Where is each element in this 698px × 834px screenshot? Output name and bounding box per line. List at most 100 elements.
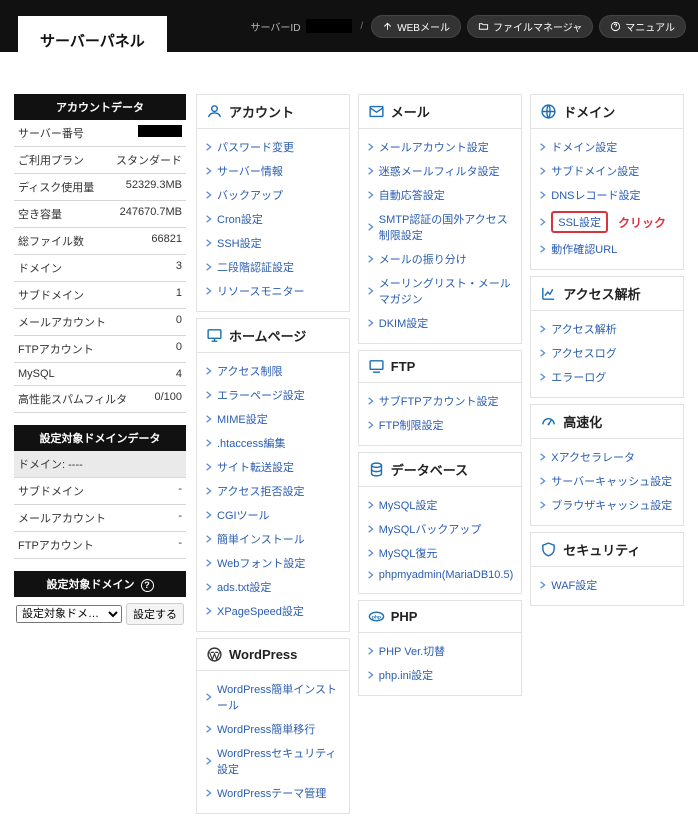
user-icon: [206, 103, 223, 120]
menu-item[interactable]: Xアクセラレータ: [537, 445, 677, 469]
manual-label: マニュアル: [625, 19, 675, 34]
menu-item[interactable]: サーバーキャッシュ設定: [537, 469, 677, 493]
menu-item[interactable]: CGIツール: [203, 503, 343, 527]
target-row: サブドメイン-: [14, 478, 186, 505]
menu-item[interactable]: WAF設定: [537, 573, 677, 597]
menu-item[interactable]: MySQL設定: [365, 493, 516, 517]
menu-item[interactable]: バックアップ: [203, 183, 343, 207]
category-title: アクセス解析: [563, 284, 640, 303]
menu-item[interactable]: Webフォント設定: [203, 551, 343, 575]
chevron-right-icon: [205, 607, 213, 615]
menu-item-label: SSL設定: [551, 211, 608, 233]
webmail-button[interactable]: WEBメール: [371, 15, 461, 38]
target-domain-select[interactable]: 設定対象ドメイン: [16, 605, 122, 623]
menu-item-label: phpmyadmin(MariaDB10.5): [379, 569, 514, 581]
menu-item[interactable]: DNSレコード設定: [537, 183, 677, 207]
menu-item[interactable]: サーバー情報: [203, 159, 343, 183]
menu-item[interactable]: アクセス制限: [203, 359, 343, 383]
chevron-right-icon: [367, 143, 375, 151]
category-head[interactable]: アカウント: [197, 95, 349, 129]
target-row-value: -: [178, 510, 182, 526]
menu-item[interactable]: アクセス拒否設定: [203, 479, 343, 503]
chevron-right-icon: [205, 239, 213, 247]
menu-item[interactable]: サブFTPアカウント設定: [365, 389, 516, 413]
menu-item[interactable]: PHP Ver.切替: [365, 639, 516, 663]
account-row: ドメイン3: [14, 255, 186, 282]
menu-item[interactable]: php.ini設定: [365, 663, 516, 687]
account-row-label: 空き容量: [18, 206, 62, 222]
menu-item-label: MIME設定: [217, 411, 268, 427]
menu-item[interactable]: WordPressセキュリティ設定: [203, 741, 343, 781]
account-row-value: 52329.3MB: [126, 179, 182, 195]
category-head[interactable]: FTP: [359, 351, 522, 383]
filemanager-button[interactable]: ファイルマネージャ: [467, 15, 593, 38]
menu-item[interactable]: SSL設定クリック: [537, 207, 677, 237]
chevron-right-icon: [367, 287, 375, 295]
category-head[interactable]: データベース: [359, 453, 522, 487]
globe-icon: [540, 103, 557, 120]
menu-item-label: WordPress簡単インストール: [217, 681, 341, 713]
category-head[interactable]: WordPress: [197, 639, 349, 671]
chevron-right-icon: [367, 671, 375, 679]
chevron-right-icon: [367, 319, 375, 327]
menu-item[interactable]: ads.txt設定: [203, 575, 343, 599]
menu-item[interactable]: MIME設定: [203, 407, 343, 431]
menu-item[interactable]: MySQLバックアップ: [365, 517, 516, 541]
category-head[interactable]: ドメイン: [531, 95, 683, 129]
category-head[interactable]: ホームページ: [197, 319, 349, 353]
menu-item[interactable]: 簡単インストール: [203, 527, 343, 551]
menu-item[interactable]: FTP制限設定: [365, 413, 516, 437]
menu-item[interactable]: WordPress簡単移行: [203, 717, 343, 741]
category-head[interactable]: PHP: [359, 601, 522, 633]
category-head[interactable]: メール: [359, 95, 522, 129]
menu-item[interactable]: メールアカウント設定: [365, 135, 516, 159]
menu-item[interactable]: Cron設定: [203, 207, 343, 231]
menu-item-label: 自動応答設定: [379, 187, 445, 203]
menu-item[interactable]: DKIM設定: [365, 311, 516, 335]
menu-item[interactable]: サブドメイン設定: [537, 159, 677, 183]
menu-item[interactable]: XPageSpeed設定: [203, 599, 343, 623]
category-head[interactable]: アクセス解析: [531, 277, 683, 311]
menu-item[interactable]: エラーページ設定: [203, 383, 343, 407]
menu-item-label: アクセス拒否設定: [217, 483, 304, 499]
set-domain-button[interactable]: 設定する: [126, 603, 184, 625]
account-row-value: 0: [176, 314, 182, 330]
menu-item[interactable]: パスワード変更: [203, 135, 343, 159]
category-body: PHP Ver.切替php.ini設定: [359, 633, 522, 695]
menu-item[interactable]: SMTP認証の国外アクセス制限設定: [365, 207, 516, 247]
menu-item[interactable]: アクセス解析: [537, 317, 677, 341]
menu-item[interactable]: 迷惑メールフィルタ設定: [365, 159, 516, 183]
menu-item[interactable]: WordPress簡単インストール: [203, 677, 343, 717]
category-body: ドメイン設定サブドメイン設定DNSレコード設定SSL設定クリック動作確認URL: [531, 129, 683, 269]
menu-item[interactable]: phpmyadmin(MariaDB10.5): [365, 565, 516, 585]
menu-item[interactable]: 自動応答設定: [365, 183, 516, 207]
manual-button[interactable]: マニュアル: [599, 15, 686, 38]
menu-item[interactable]: アクセスログ: [537, 341, 677, 365]
account-data-block: アカウントデータ サーバー番号ご利用プランスタンダードディスク使用量52329.…: [14, 94, 186, 413]
menu-item[interactable]: ブラウザキャッシュ設定: [537, 493, 677, 517]
category-head[interactable]: 高速化: [531, 405, 683, 439]
menu-item[interactable]: メールの振り分け: [365, 247, 516, 271]
shield-icon: [540, 541, 557, 558]
account-row-value: 247670.7MB: [120, 206, 182, 222]
category-head[interactable]: セキュリティ: [531, 533, 683, 567]
menu-item[interactable]: ドメイン設定: [537, 135, 677, 159]
php-icon: [368, 608, 385, 625]
account-row-value: [138, 125, 182, 141]
menu-item[interactable]: リソースモニター: [203, 279, 343, 303]
menu-item[interactable]: 二段階認証設定: [203, 255, 343, 279]
menu-item[interactable]: サイト転送設定: [203, 455, 343, 479]
menu-item[interactable]: WordPressテーマ管理: [203, 781, 343, 805]
menu-item[interactable]: MySQL復元: [365, 541, 516, 565]
menu-item[interactable]: .htaccess編集: [203, 431, 343, 455]
menu-item[interactable]: 動作確認URL: [537, 237, 677, 261]
account-row-label: 総ファイル数: [18, 233, 84, 249]
menu-item[interactable]: メーリングリスト・メールマガジン: [365, 271, 516, 311]
menu-item-label: WordPress簡単移行: [217, 721, 315, 737]
category-body: パスワード変更サーバー情報バックアップCron設定SSH設定二段階認証設定リソー…: [197, 129, 349, 311]
chevron-right-icon: [367, 501, 375, 509]
category-body: WordPress簡単インストール WordPress簡単移行 WordPressセ…: [197, 671, 349, 813]
menu-item[interactable]: SSH設定: [203, 231, 343, 255]
help-icon[interactable]: ?: [141, 579, 154, 592]
menu-item[interactable]: エラーログ: [537, 365, 677, 389]
